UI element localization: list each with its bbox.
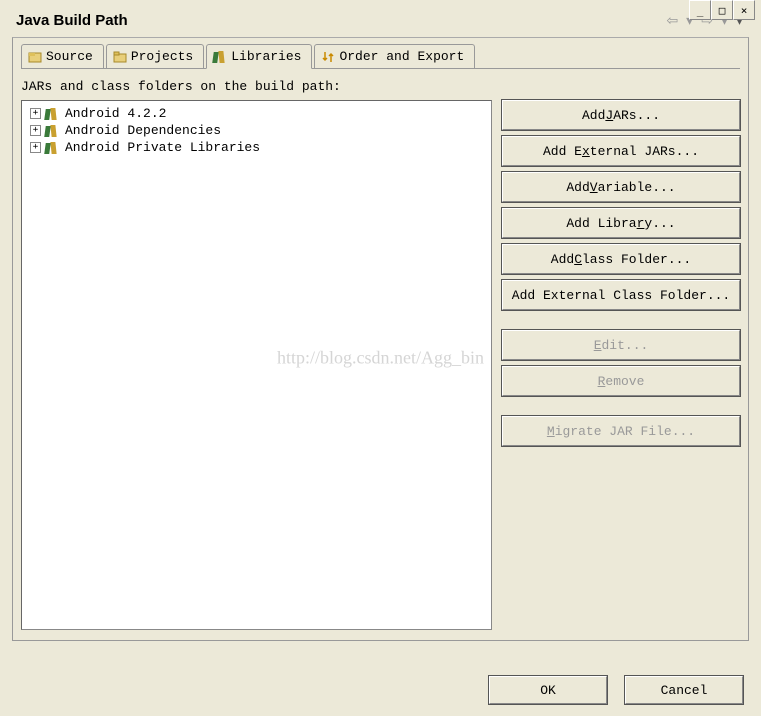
- btn-text-pre: Add: [582, 108, 605, 123]
- library-icon: [45, 107, 61, 121]
- btn-text-post: emove: [605, 374, 644, 389]
- add-library-button[interactable]: Add Library...: [502, 208, 740, 238]
- tree-item-label: Android Dependencies: [65, 123, 221, 138]
- expander-icon[interactable]: +: [30, 108, 41, 119]
- btn-text: Add External Class Folder...: [512, 288, 730, 303]
- ok-button[interactable]: OK: [489, 676, 607, 704]
- remove-button: Remove: [502, 366, 740, 396]
- add-external-jars-button[interactable]: Add External JARs...: [502, 136, 740, 166]
- minimize-button[interactable]: _: [689, 0, 711, 20]
- library-icon: [45, 141, 61, 155]
- btn-text-u: R: [598, 374, 606, 389]
- tree-panel[interactable]: + Android 4.2.2 + Android Dependencies +…: [21, 100, 492, 630]
- btn-text-post: ARs...: [613, 108, 660, 123]
- tree-item-label: Android 4.2.2: [65, 106, 166, 121]
- tree-item[interactable]: + Android Private Libraries: [26, 139, 487, 156]
- tree-label: JARs and class folders on the build path…: [21, 75, 740, 100]
- spacer: [502, 402, 740, 410]
- tab-projects-label: Projects: [131, 49, 193, 64]
- btn-text-pre: Add Libra: [566, 216, 636, 231]
- btn-text-u: r: [637, 216, 645, 231]
- tab-order-export-label: Order and Export: [339, 49, 464, 64]
- tab-order-export[interactable]: Order and Export: [314, 44, 475, 68]
- source-icon: [28, 50, 42, 64]
- add-class-folder-button[interactable]: Add Class Folder...: [502, 244, 740, 274]
- btn-text-post: lass Folder...: [582, 252, 691, 267]
- btn-text-u: V: [590, 180, 598, 195]
- btn-text-u: E: [594, 338, 602, 353]
- add-external-class-folder-button[interactable]: Add External Class Folder...: [502, 280, 740, 310]
- expander-icon[interactable]: +: [30, 125, 41, 136]
- edit-button: Edit...: [502, 330, 740, 360]
- add-jars-button[interactable]: Add JARs...: [502, 100, 740, 130]
- spacer: [502, 316, 740, 324]
- btn-text-post: ariable...: [598, 180, 676, 195]
- migrate-jar-button: Migrate JAR File...: [502, 416, 740, 446]
- header: Java Build Path ⇦ ▾ ⇨ ▾ ▾: [0, 0, 761, 37]
- order-export-icon: [321, 50, 335, 64]
- close-button[interactable]: ×: [733, 0, 755, 20]
- main-area: + Android 4.2.2 + Android Dependencies +…: [21, 100, 740, 630]
- expander-icon[interactable]: +: [30, 142, 41, 153]
- libraries-icon: [213, 50, 227, 64]
- cancel-button[interactable]: Cancel: [625, 676, 743, 704]
- tab-projects[interactable]: Projects: [106, 44, 204, 68]
- btn-text-post: ternal JARs...: [590, 144, 699, 159]
- btn-text-u: C: [574, 252, 582, 267]
- btn-text-post: igrate JAR File...: [555, 424, 695, 439]
- tab-source[interactable]: Source: [21, 44, 104, 68]
- button-column: Add JARs... Add External JARs... Add Var…: [502, 100, 740, 630]
- btn-text-pre: Add: [566, 180, 589, 195]
- back-arrow-icon[interactable]: ⇦: [664, 12, 680, 29]
- tree-item[interactable]: + Android Dependencies: [26, 122, 487, 139]
- add-variable-button[interactable]: Add Variable...: [502, 172, 740, 202]
- btn-text-u: J: [605, 108, 613, 123]
- page-title: Java Build Path: [16, 12, 128, 29]
- library-icon: [45, 124, 61, 138]
- maximize-button[interactable]: □: [711, 0, 733, 20]
- tab-libraries[interactable]: Libraries: [206, 44, 312, 69]
- content-box: Source Projects Libraries Order and Expo…: [12, 37, 749, 641]
- btn-text-post: dit...: [602, 338, 649, 353]
- tabs: Source Projects Libraries Order and Expo…: [21, 44, 740, 69]
- btn-text-post: y...: [644, 216, 675, 231]
- btn-text-u: M: [547, 424, 555, 439]
- tab-libraries-label: Libraries: [231, 49, 301, 64]
- tree-item[interactable]: + Android 4.2.2: [26, 105, 487, 122]
- btn-text-pre: Add E: [543, 144, 582, 159]
- footer: OK Cancel: [489, 676, 743, 704]
- tree-item-label: Android Private Libraries: [65, 140, 260, 155]
- btn-text-u: x: [582, 144, 590, 159]
- projects-icon: [113, 50, 127, 64]
- tab-source-label: Source: [46, 49, 93, 64]
- window-controls: _ □ ×: [689, 0, 755, 20]
- btn-text-pre: Add: [551, 252, 574, 267]
